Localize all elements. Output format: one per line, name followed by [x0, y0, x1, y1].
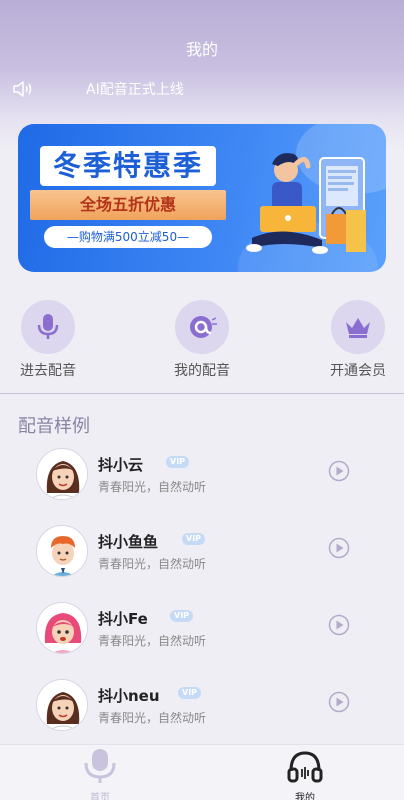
banner-subtitle: 全场五折优惠	[30, 190, 226, 220]
sample-name: 抖小Fe	[98, 610, 148, 628]
vip-badge: VIP	[170, 610, 194, 622]
notice-bar[interactable]: AI配音正式上线	[0, 76, 404, 102]
sample-name: 抖小云	[98, 456, 144, 474]
section-title: 配音样例	[18, 416, 90, 437]
pink-hair-avatar-icon	[36, 602, 88, 654]
feature-label: 进去配音	[20, 363, 76, 379]
feature-icon-circle	[175, 300, 229, 354]
nav-mine[interactable]: 我的	[275, 747, 335, 800]
notice-text: AI配音正式上线	[86, 82, 184, 98]
feature-label: 我的配音	[174, 363, 230, 379]
play-icon[interactable]	[328, 460, 350, 482]
sample-name: 抖小neu	[98, 687, 160, 705]
page-title: 我的	[185, 40, 218, 59]
play-icon[interactable]	[328, 691, 350, 713]
speaker-icon	[13, 81, 32, 97]
my-voice-icon	[190, 316, 217, 338]
sample-item[interactable]: 抖小云 VIP 青春阳光，自然动听	[0, 446, 404, 523]
feature-start-dubbing[interactable]: 进去配音	[8, 300, 88, 380]
feature-icon-circle	[21, 300, 75, 354]
sample-list: 抖小云 VIP 青春阳光，自然动听 抖小鱼鱼 VIP 青春阳光，自然动听 抖小F…	[0, 446, 404, 754]
headphones-icon	[287, 751, 323, 783]
sample-desc: 青春阳光，自然动听	[98, 557, 207, 571]
sample-desc: 青春阳光，自然动听	[98, 480, 207, 494]
female-avatar-icon	[36, 448, 88, 500]
feature-open-membership[interactable]: 开通会员	[318, 300, 398, 380]
promo-banner[interactable]: 冬季特惠季 全场五折优惠 —购物满500立减50—	[18, 124, 386, 272]
vip-badge: VIP	[182, 533, 206, 545]
sample-item[interactable]: 抖小Fe VIP 青春阳光，自然动听	[0, 600, 404, 677]
boy-avatar-icon	[36, 525, 88, 577]
banner-deal: —购物满500立减50—	[44, 226, 212, 248]
banner-text-card: 冬季特惠季 全场五折优惠 —购物满500立减50—	[30, 146, 226, 256]
nav-label: 我的	[295, 793, 315, 800]
bottom-nav: 首页 我的	[0, 744, 404, 800]
vip-badge: VIP	[178, 687, 202, 699]
microphone-icon	[37, 314, 59, 339]
microphone-icon	[84, 749, 116, 783]
sample-item[interactable]: 抖小鱼鱼 VIP 青春阳光，自然动听	[0, 523, 404, 600]
banner-title: 冬季特惠季	[40, 146, 216, 186]
nav-home[interactable]: 首页	[70, 747, 130, 800]
section-divider	[0, 393, 404, 394]
play-icon[interactable]	[328, 614, 350, 636]
sample-desc: 青春阳光，自然动听	[98, 711, 207, 725]
female-avatar-icon	[36, 679, 88, 731]
nav-label: 首页	[90, 793, 110, 800]
shopping-person-illustration-icon	[246, 153, 366, 254]
feature-label: 开通会员	[330, 363, 386, 379]
sample-desc: 青春阳光，自然动听	[98, 634, 207, 648]
feature-shortcuts: 进去配音 我的配音 开通会员	[0, 300, 404, 380]
play-icon[interactable]	[328, 537, 350, 559]
feature-my-dubbing[interactable]: 我的配音	[162, 300, 242, 380]
crown-icon	[346, 318, 370, 338]
sample-name: 抖小鱼鱼	[98, 533, 159, 551]
sample-item[interactable]: 抖小neu VIP 青春阳光，自然动听	[0, 677, 404, 754]
vip-badge: VIP	[166, 456, 190, 468]
feature-icon-circle	[331, 300, 385, 354]
